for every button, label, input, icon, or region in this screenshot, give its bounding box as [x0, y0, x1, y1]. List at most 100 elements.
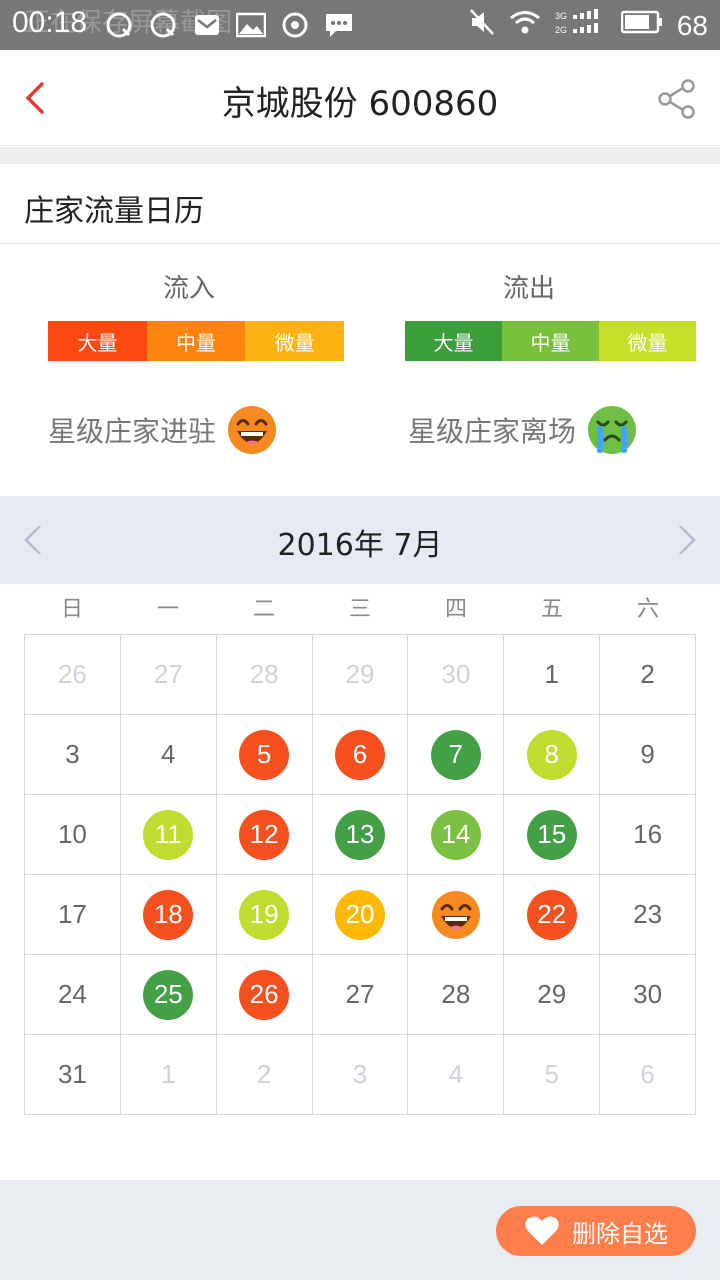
calendar-day[interactable]: 2 — [600, 635, 697, 715]
crying-face-icon — [588, 406, 637, 454]
svg-text:2G: 2G — [555, 25, 567, 35]
weekday-label: 日 — [60, 597, 83, 622]
footer-bar: 删除自选 — [0, 1180, 720, 1280]
calendar-day[interactable]: 6 — [600, 1035, 697, 1115]
day-number: 9 — [640, 739, 655, 769]
flow-marker: 7 — [430, 729, 481, 780]
next-month-button[interactable] — [674, 520, 700, 560]
remove-favorite-button[interactable]: 删除自选 — [496, 1206, 696, 1256]
signal-icon: 3G 2G — [555, 9, 607, 42]
calendar-day[interactable]: 28 — [408, 955, 505, 1035]
day-number: 2 — [256, 1059, 272, 1089]
calendar-day[interactable]: 6 — [312, 715, 409, 795]
calendar-day[interactable]: 18 — [120, 875, 217, 955]
calendar-day[interactable]: 1 — [504, 635, 601, 715]
weekday-label: 二 — [252, 597, 275, 622]
calendar-day[interactable]: 19 — [216, 875, 313, 955]
day-number: 24 — [57, 979, 87, 1009]
inflow-legend: 大量 中量 微量 — [48, 321, 345, 361]
flow-marker: 12 — [239, 809, 290, 860]
calendar-day[interactable]: 8 — [504, 715, 601, 795]
star-dealer-enter: 星级庄家进驻 — [48, 404, 278, 456]
calendar-day[interactable]: 27 — [312, 955, 409, 1035]
calendar-day[interactable]: 29 — [504, 955, 601, 1035]
mail-icon — [192, 10, 222, 40]
calendar-day[interactable]: 11 — [120, 795, 217, 875]
notification-icons — [104, 10, 354, 40]
calendar-day[interactable]: 31 — [25, 1035, 121, 1115]
day-number: 15 — [537, 819, 567, 849]
day-number: 11 — [154, 819, 182, 849]
inflow-small: 微量 — [245, 321, 345, 361]
calendar-day[interactable]: 23 — [600, 875, 697, 955]
wifi-icon — [509, 9, 541, 42]
calendar-day[interactable]: 12 — [216, 795, 313, 875]
page-title: 京城股份 600860 — [221, 84, 499, 124]
outflow-medium: 中量 — [502, 321, 599, 361]
calendar-day[interactable]: 4 — [408, 1035, 505, 1115]
calendar-day[interactable]: 10 — [25, 795, 121, 875]
calendar-day[interactable]: 26 — [216, 955, 313, 1035]
calendar-day[interactable]: 30 — [408, 635, 505, 715]
calendar-day[interactable]: 14 — [408, 795, 505, 875]
day-number: 13 — [345, 819, 375, 849]
calendar-day[interactable]: 28 — [216, 635, 313, 715]
calendar-day[interactable]: 1 — [120, 1035, 217, 1115]
qq-icon — [148, 10, 178, 40]
flow-marker: 25 — [143, 969, 194, 1020]
remove-favorite-label: 删除自选 — [572, 1219, 668, 1248]
calendar-day[interactable]: 24 — [25, 955, 121, 1035]
calendar-day[interactable]: 20 — [312, 875, 409, 955]
calendar-day[interactable]: 9 — [600, 715, 697, 795]
battery-level: 68 — [676, 9, 708, 41]
calendar-day[interactable]: 3 — [25, 715, 121, 795]
day-number: 16 — [633, 819, 663, 849]
day-number: 14 — [441, 819, 471, 849]
inflow-medium: 中量 — [146, 321, 246, 361]
calendar-day[interactable]: 2 — [216, 1035, 313, 1115]
calendar-day[interactable]: 15 — [504, 795, 601, 875]
qq-icon — [104, 10, 134, 40]
calendar-day[interactable]: 13 — [312, 795, 409, 875]
flow-marker: 13 — [335, 809, 385, 860]
calendar-day[interactable]: 27 — [120, 635, 217, 715]
day-number: 5 — [256, 739, 272, 769]
calendar-day[interactable]: 16 — [600, 795, 697, 875]
day-number: 27 — [345, 979, 375, 1009]
calendar-week-row: 26 27 28 29 30 1 2 — [25, 635, 697, 715]
star-enter-label: 星级庄家进驻 — [48, 415, 217, 448]
calendar-day[interactable]: 30 — [600, 955, 697, 1035]
day-number: 26 — [249, 979, 279, 1009]
calendar-day[interactable]: 26 — [25, 635, 121, 715]
day-number: 3 — [352, 1059, 368, 1089]
calendar-day[interactable]: 22 — [504, 875, 601, 955]
calendar-day[interactable]: 7 — [408, 715, 505, 795]
weekday-label: 四 — [444, 597, 467, 622]
day-number: 26 — [57, 659, 87, 689]
calendar-day[interactable]: 4 — [120, 715, 217, 795]
svg-text:3G: 3G — [555, 11, 567, 21]
month-label: 2016年 7月 — [277, 528, 443, 563]
image-icon — [236, 10, 266, 40]
day-number: 1 — [544, 659, 559, 689]
flow-marker: 26 — [239, 969, 290, 1020]
day-number: 6 — [352, 739, 368, 769]
day-number: 30 — [633, 979, 663, 1009]
mute-icon — [469, 8, 495, 43]
weekday-label: 一 — [156, 597, 179, 622]
share-button[interactable] — [656, 78, 698, 120]
day-number: 6 — [640, 1059, 655, 1089]
calendar-day[interactable]: 5 — [216, 715, 313, 795]
section-title: 庄家流量日历 — [24, 194, 204, 229]
calendar-day[interactable] — [408, 875, 505, 955]
outflow-large: 大量 — [405, 321, 502, 361]
calendar-day[interactable]: 3 — [312, 1035, 409, 1115]
day-number: 30 — [441, 659, 471, 689]
calendar-day[interactable]: 17 — [25, 875, 121, 955]
calendar-day[interactable]: 29 — [312, 635, 409, 715]
calendar-day[interactable]: 5 — [504, 1035, 601, 1115]
calendar-week-row: 17 18 19 20 22 23 — [25, 875, 697, 955]
inflow-large: 大量 — [48, 321, 147, 361]
day-number: 12 — [249, 819, 279, 849]
calendar-day[interactable]: 25 — [120, 955, 217, 1035]
